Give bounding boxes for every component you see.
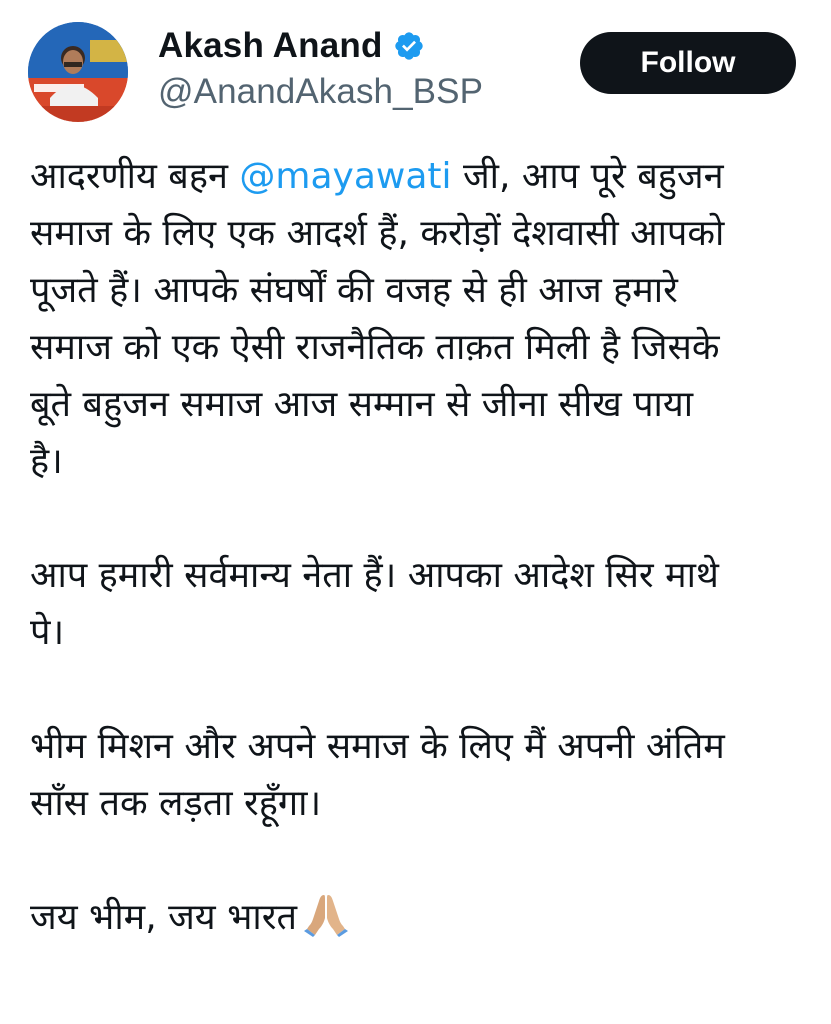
- follow-button[interactable]: Follow: [580, 32, 796, 94]
- tweet-line: पूजते हैं। आपके संघर्षों की वजह से ही आज…: [30, 270, 678, 311]
- tweet-header: Akash Anand @AnandAkash_BSP Follow: [0, 0, 831, 128]
- tweet-line: बूते बहुजन समाज आज सम्मान से जीना सीख पा…: [30, 384, 694, 425]
- tweet-line: आदरणीय बहन @mayawati जी, आप पूरे बहुजन: [30, 148, 831, 205]
- tweet-line: है।: [30, 441, 63, 482]
- user-identity: Akash Anand @AnandAkash_BSP: [158, 24, 483, 112]
- verified-badge-icon[interactable]: [393, 30, 425, 62]
- tweet-line: समाज को एक ऐसी राजनैतिक ताक़त मिली है जि…: [30, 327, 720, 368]
- mention-link[interactable]: @mayawati: [239, 156, 451, 197]
- profile-photo-icon: [28, 22, 128, 122]
- display-name[interactable]: Akash Anand: [158, 26, 383, 66]
- folded-hands-emoji-icon: [303, 891, 349, 937]
- tweet-text-segment: आदरणीय बहन: [30, 156, 240, 197]
- name-row: Akash Anand: [158, 24, 483, 68]
- tweet-line: समाज के लिए एक आदर्श हैं, करोड़ों देशवास…: [30, 213, 725, 254]
- tweet-line: पे।: [30, 612, 65, 653]
- tweet-text: आदरणीय बहन @mayawati जी, आप पूरे बहुजन स…: [30, 148, 831, 946]
- tweet-line: जय भीम, जय भारत: [30, 889, 831, 946]
- tweet-line: भीम मिशन और अपने समाज के लिए मैं अपनी अं…: [30, 726, 725, 767]
- tweet-line: साँस तक लड़ता रहूँगा।: [30, 783, 322, 824]
- tweet-text-segment: जी, आप पूरे बहुजन: [451, 156, 724, 197]
- user-handle[interactable]: @AnandAkash_BSP: [158, 72, 483, 112]
- avatar[interactable]: [28, 22, 128, 122]
- tweet-line: आप हमारी सर्वमान्य नेता हैं। आपका आदेश स…: [30, 555, 719, 596]
- tweet-text-segment: जय भीम, जय भारत: [30, 897, 297, 938]
